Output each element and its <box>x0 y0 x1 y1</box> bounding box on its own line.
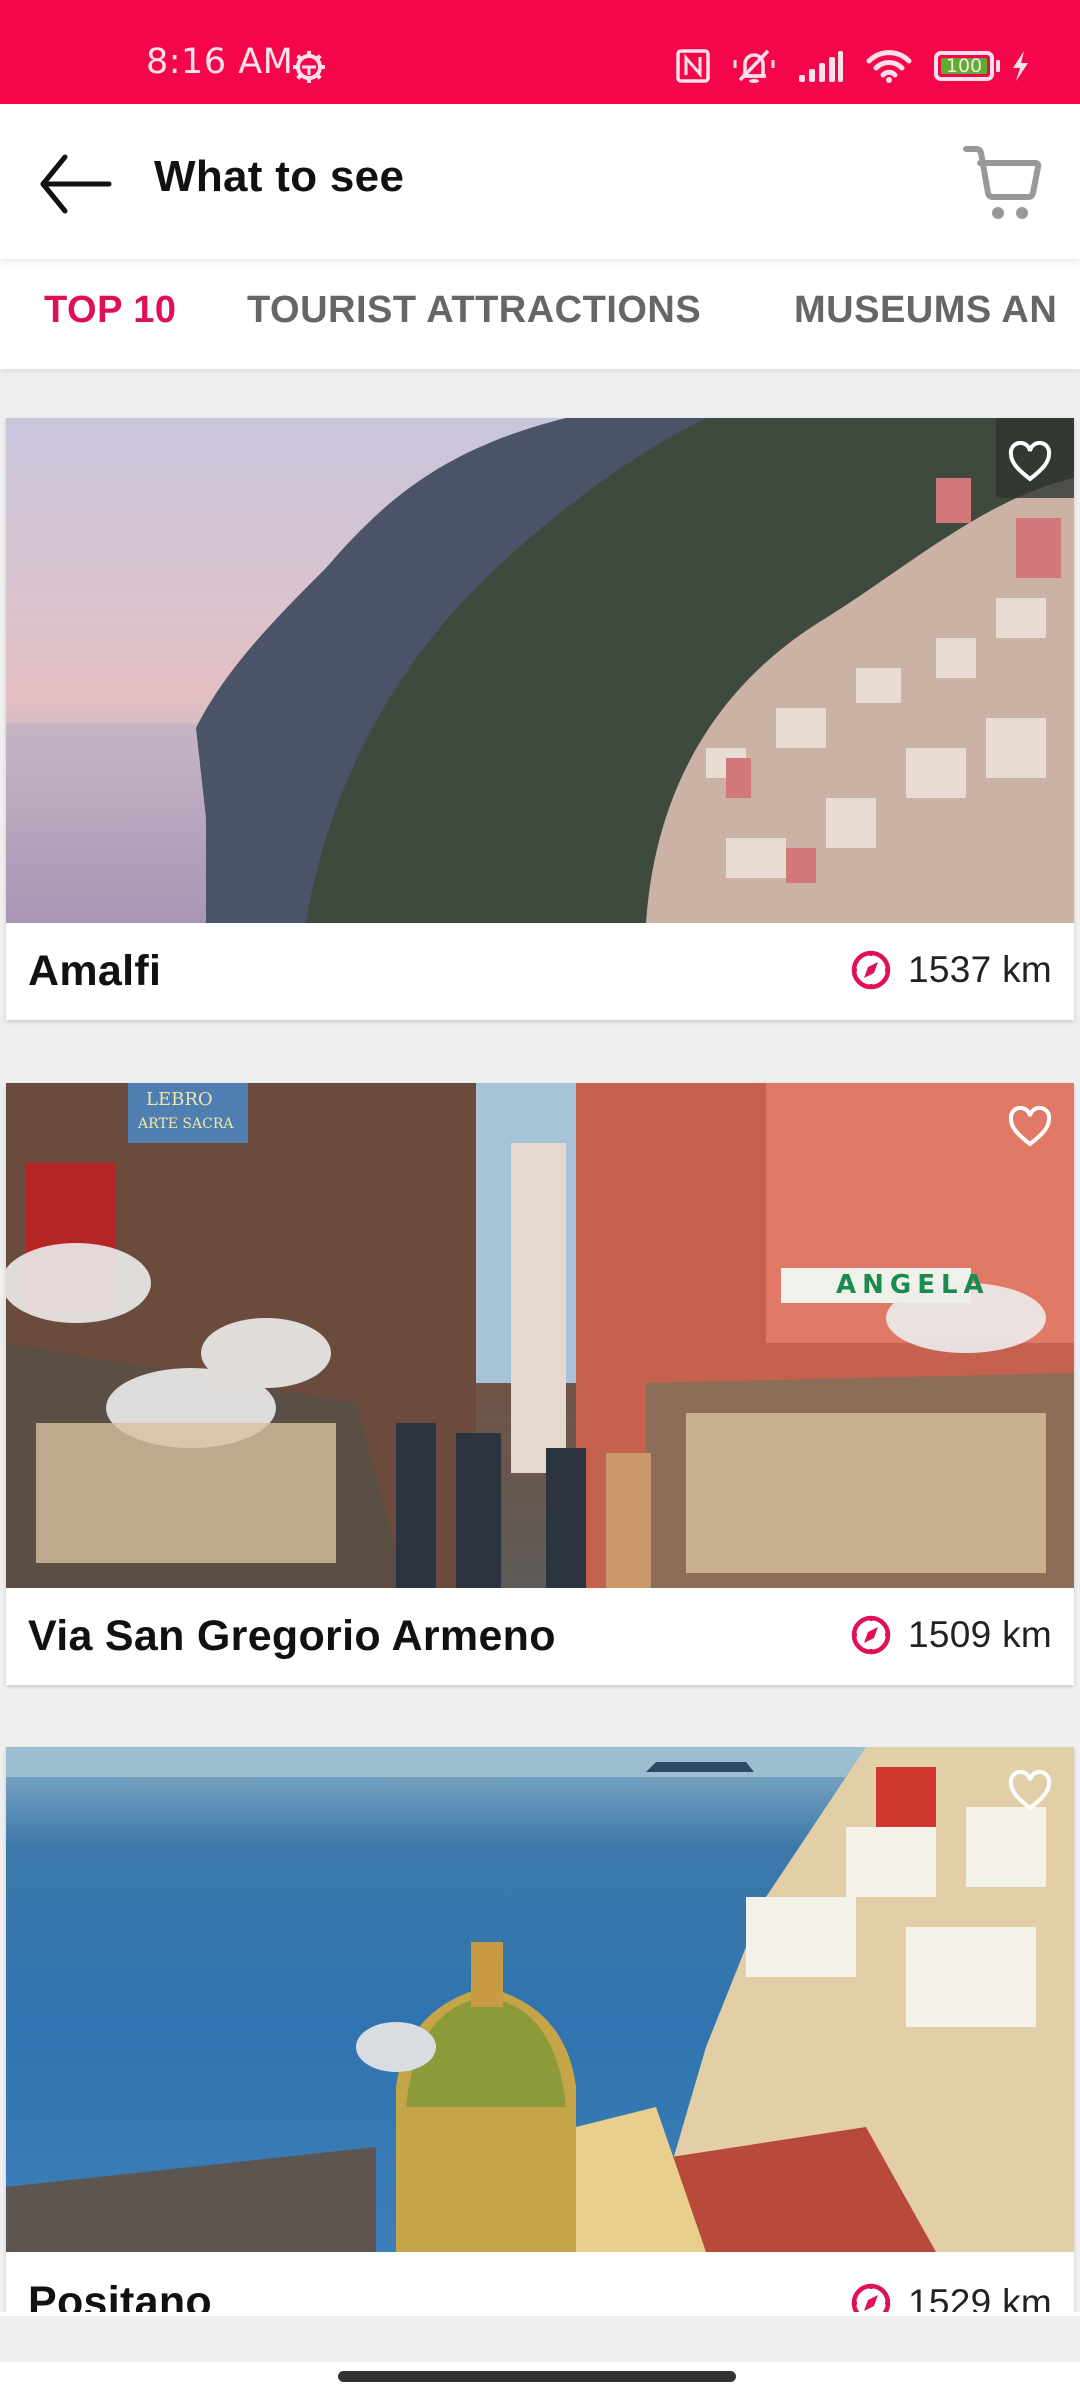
tab-top-10[interactable]: TOP 10 <box>44 289 177 332</box>
page-title: What to see <box>154 152 405 201</box>
place-image: ANGELA LEBRO ARTE SACRA <box>6 1083 1074 1588</box>
compass-icon <box>851 2283 891 2316</box>
tab-museums[interactable]: MUSEUMS AN <box>794 289 1057 332</box>
place-distance: 1509 km <box>850 1614 1052 1656</box>
compass-icon <box>851 1615 891 1655</box>
favorite-button[interactable] <box>1002 1101 1058 1153</box>
cart-button[interactable] <box>954 138 1050 228</box>
place-card[interactable]: ANGELA LEBRO ARTE SACRA Via San Gregorio… <box>6 1083 1074 1685</box>
back-button[interactable] <box>30 144 120 224</box>
place-distance: 1537 km <box>850 949 1052 991</box>
heart-icon <box>1008 441 1052 482</box>
place-image <box>6 1747 1074 2252</box>
list-bottom-edge <box>0 2316 1080 2362</box>
svg-text:LEBRO: LEBRO <box>146 1089 213 1110</box>
compass-icon <box>851 950 891 990</box>
svg-text:ANGELA: ANGELA <box>836 1270 990 1300</box>
heart-icon <box>1008 1770 1052 1811</box>
place-name: Amalfi <box>28 947 162 995</box>
place-card[interactable]: Positano 1529 km <box>6 1747 1074 2316</box>
place-name: Via San Gregorio Armeno <box>28 1612 556 1660</box>
favorite-button[interactable] <box>1002 1765 1058 1817</box>
favorite-button[interactable] <box>1002 436 1058 488</box>
heart-icon <box>1008 1106 1052 1147</box>
place-card[interactable]: Amalfi 1537 km <box>6 418 1074 1020</box>
place-distance: 1529 km <box>850 2282 1052 2316</box>
place-image <box>6 418 1074 923</box>
place-name: Positano <box>28 2278 212 2316</box>
svg-text:ARTE SACRA: ARTE SACRA <box>137 1116 234 1132</box>
category-tabs: TOP 10 TOURIST ATTRACTIONS MUSEUMS AN <box>0 259 1080 369</box>
app-bar: What to see <box>0 104 1080 259</box>
arrow-left-icon <box>40 154 112 214</box>
home-indicator[interactable] <box>338 2371 736 2382</box>
tab-tourist-attractions[interactable]: TOURIST ATTRACTIONS <box>247 289 701 332</box>
shopping-cart-icon <box>963 146 1042 219</box>
